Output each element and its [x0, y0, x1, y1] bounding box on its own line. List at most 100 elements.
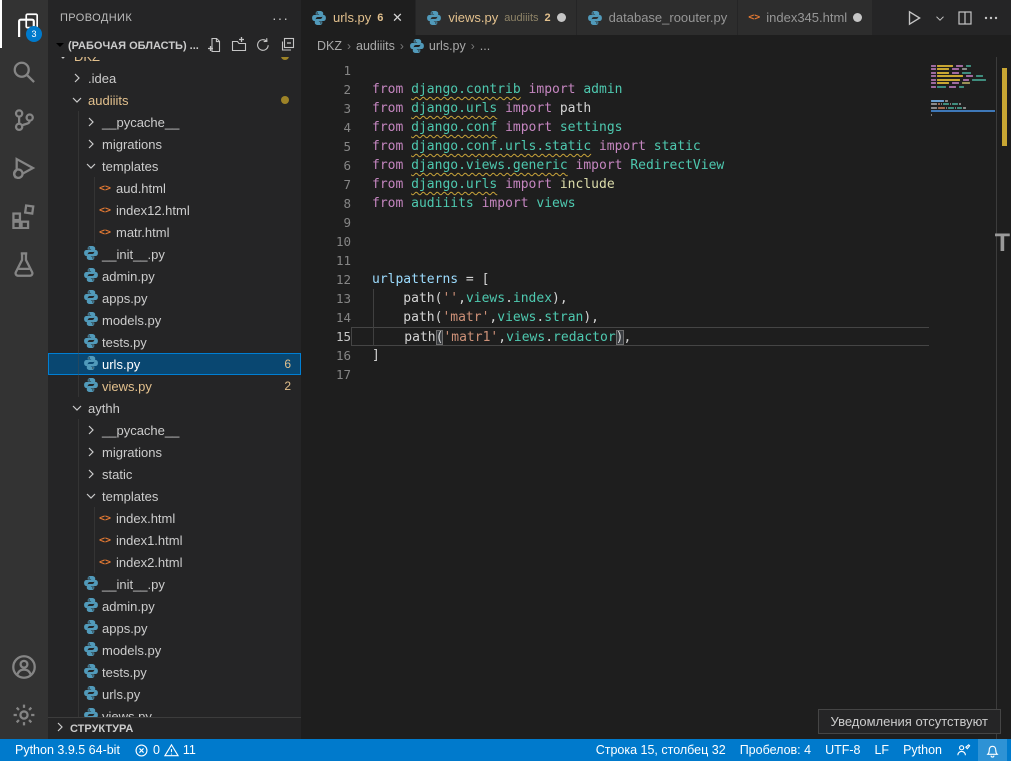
tree-item-urls-py[interactable]: urls.py6: [48, 353, 301, 375]
overview-ruler[interactable]: T: [996, 57, 1011, 739]
tree-item-index2-html[interactable]: <>index2.html: [48, 551, 301, 573]
minimap-line: [931, 68, 995, 70]
code-line-11[interactable]: 11: [301, 251, 1011, 270]
tree-item-index-html[interactable]: <>index.html: [48, 507, 301, 529]
workspace-section-header[interactable]: (РАБОЧАЯ ОБЛАСТЬ) ...: [48, 35, 301, 57]
activity-search-icon[interactable]: [0, 48, 48, 96]
tree-item-admin-py[interactable]: admin.py: [48, 595, 301, 617]
close-icon[interactable]: ✕: [389, 10, 405, 26]
breadcrumb-separator: ›: [471, 39, 475, 53]
tree-item-urls-py[interactable]: urls.py: [48, 683, 301, 705]
breadcrumb-item[interactable]: urls.py: [409, 38, 466, 54]
code-line-7[interactable]: 7from django.urls import include: [301, 175, 1011, 194]
bell-icon[interactable]: [978, 739, 1007, 761]
tree-item-admin-py[interactable]: admin.py: [48, 265, 301, 287]
tree-item-audiiits[interactable]: audiiits: [48, 89, 301, 111]
tree-item--idea[interactable]: .idea: [48, 67, 301, 89]
run-button[interactable]: [905, 9, 923, 27]
minimap-line: [931, 117, 995, 119]
tree-item--init-py[interactable]: __init__.py: [48, 243, 301, 265]
collapse-all-icon[interactable]: [279, 37, 295, 56]
status-indentation[interactable]: Пробелов: 4: [733, 739, 818, 761]
code-line-14[interactable]: 14 path('matr',views.stran),: [301, 308, 1011, 327]
tree-item-templates[interactable]: templates: [48, 485, 301, 507]
status-cursor-position[interactable]: Строка 15, столбец 32: [589, 739, 733, 761]
activity-source-control-icon[interactable]: [0, 96, 48, 144]
tree-item-aythh[interactable]: aythh: [48, 397, 301, 419]
chevron-down-icon: [54, 57, 72, 64]
status-problems[interactable]: 011: [127, 739, 203, 761]
breadcrumb-item[interactable]: DKZ: [317, 39, 342, 53]
new-folder-icon[interactable]: [231, 37, 247, 56]
activity-extensions-icon[interactable]: [0, 192, 48, 240]
code-line-5[interactable]: 5from django.conf.urls.static import sta…: [301, 137, 1011, 156]
tree-item-models-py[interactable]: models.py: [48, 639, 301, 661]
tree-item-views-py[interactable]: views.py2: [48, 375, 301, 397]
tree-item--pycache-[interactable]: __pycache__: [48, 111, 301, 133]
run-dropdown-chevron-icon[interactable]: [933, 11, 947, 25]
code-line-8[interactable]: 8from audiiits import views: [301, 194, 1011, 213]
tab-database-roouter-py[interactable]: database_roouter.py: [577, 0, 739, 35]
breadcrumb-item[interactable]: ...: [480, 39, 490, 53]
tree-item-tests-py[interactable]: tests.py: [48, 661, 301, 683]
tree-item-apps-py[interactable]: apps.py: [48, 287, 301, 309]
activity-testing-icon[interactable]: [0, 240, 48, 288]
code-line-12[interactable]: 12urlpatterns = [: [301, 270, 1011, 289]
activity-explorer-icon[interactable]: 3: [0, 0, 48, 48]
tree-item--pycache-[interactable]: __pycache__: [48, 419, 301, 441]
status-interpreter[interactable]: Python 3.9.5 64-bit: [8, 739, 127, 761]
tree-item-index1-html[interactable]: <>index1.html: [48, 529, 301, 551]
minimap-line: [931, 93, 995, 95]
dirty-dot-icon[interactable]: [853, 13, 862, 22]
split-editor-icon[interactable]: [957, 10, 973, 26]
tree-item-models-py[interactable]: models.py: [48, 309, 301, 331]
tree-item--init-py[interactable]: __init__.py: [48, 573, 301, 595]
modified-dot-badge: [281, 96, 289, 104]
chevron-down-icon: [52, 37, 68, 56]
breadcrumb-item[interactable]: audiiits: [356, 39, 395, 53]
status-language[interactable]: Python: [896, 739, 949, 761]
activity-run-debug-icon[interactable]: [0, 144, 48, 192]
code-line-9[interactable]: 9: [301, 213, 1011, 232]
code-line-4[interactable]: 4from django.conf import settings: [301, 118, 1011, 137]
feedback-icon[interactable]: [949, 739, 978, 761]
code-line-15[interactable]: 15 path('matr1',views.redactor),: [301, 327, 1011, 346]
tree-item-aud-html[interactable]: <>aud.html: [48, 177, 301, 199]
editor-more-icon[interactable]: [983, 10, 999, 26]
tree-item-migrations[interactable]: migrations: [48, 133, 301, 155]
code-line-3[interactable]: 3from django.urls import path: [301, 99, 1011, 118]
sidebar-more-icon[interactable]: ···: [272, 10, 289, 26]
tree-item-tests-py[interactable]: tests.py: [48, 331, 301, 353]
status-encoding[interactable]: UTF-8: [818, 739, 867, 761]
tree-item-static[interactable]: static: [48, 463, 301, 485]
python-file-icon: [82, 289, 100, 308]
minimap[interactable]: [931, 61, 995, 739]
refresh-icon[interactable]: [255, 37, 271, 56]
structure-section-header[interactable]: СТРУКТУРА: [48, 717, 301, 739]
activity-account-icon[interactable]: [0, 643, 48, 691]
tree-item-dkz[interactable]: DKZ: [48, 57, 301, 67]
dirty-dot-icon[interactable]: [557, 13, 566, 22]
code-line-6[interactable]: 6from django.views.generic import Redire…: [301, 156, 1011, 175]
tree-item-templates[interactable]: templates: [48, 155, 301, 177]
status-eol[interactable]: LF: [867, 739, 896, 761]
tab-urls-py[interactable]: urls.py6✕: [301, 0, 416, 35]
code-line-17[interactable]: 17: [301, 365, 1011, 384]
tree-item-migrations[interactable]: migrations: [48, 441, 301, 463]
tree-item-index12-html[interactable]: <>index12.html: [48, 199, 301, 221]
code-line-16[interactable]: 16]: [301, 346, 1011, 365]
code-line-2[interactable]: 2from django.contrib import admin: [301, 80, 1011, 99]
tree-item-matr-html[interactable]: <>matr.html: [48, 221, 301, 243]
code-line-10[interactable]: 10: [301, 232, 1011, 251]
tab-views-py[interactable]: views.pyaudiiits2: [416, 0, 576, 35]
line-number: 6: [301, 156, 351, 175]
tree-item-views-py[interactable]: views.py: [48, 705, 301, 717]
new-file-icon[interactable]: [207, 37, 223, 56]
tab-bar: urls.py6✕views.pyaudiiits2database_roout…: [301, 0, 1011, 35]
tab-index345-html[interactable]: <>index345.html: [738, 0, 873, 35]
code-line-13[interactable]: 13 path('',views.index),: [301, 289, 1011, 308]
activity-settings-icon[interactable]: [0, 691, 48, 739]
code-editor[interactable]: 12from django.contrib import admin3from …: [301, 57, 1011, 739]
tree-item-apps-py[interactable]: apps.py: [48, 617, 301, 639]
code-line-1[interactable]: 1: [301, 61, 1011, 80]
